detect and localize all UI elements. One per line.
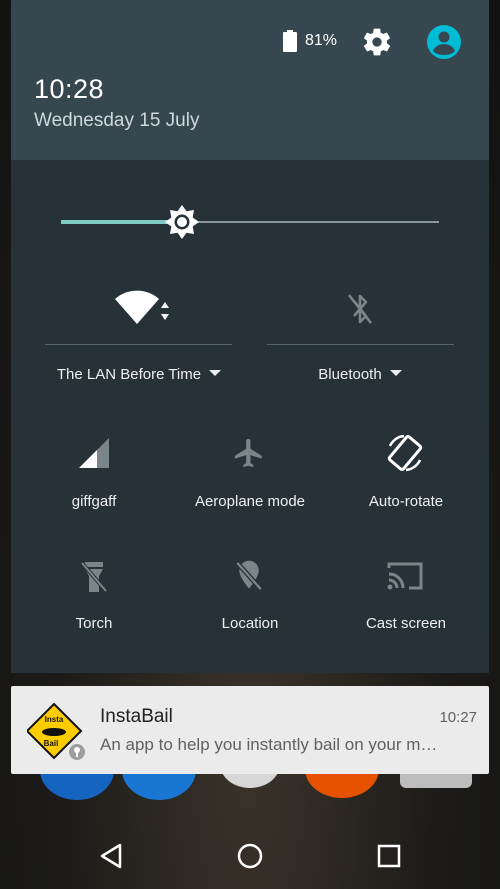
battery-percent: 81%	[305, 32, 338, 49]
battery-icon	[283, 30, 297, 52]
recents-icon[interactable]	[375, 842, 403, 870]
bluetooth-tile-divider	[267, 344, 454, 345]
notification-card[interactable]: Insta Bail InstaBail 10:27 An app to hel…	[11, 686, 489, 774]
chevron-down-icon	[209, 370, 222, 376]
navigation-bar	[0, 820, 500, 889]
cast-icon[interactable]	[387, 560, 423, 592]
airplane-icon[interactable]	[232, 436, 266, 470]
mobile-data-label[interactable]: giffgaff	[14, 493, 174, 510]
quick-settings-header: 81% 10:28 Wednesday 15 July	[11, 0, 489, 160]
wifi-icon[interactable]	[115, 290, 177, 328]
flashlight-icon[interactable]	[79, 560, 109, 594]
torch-label[interactable]: Torch	[14, 615, 174, 632]
wifi-tile-divider	[45, 344, 232, 345]
bluetooth-tile-label[interactable]: Bluetooth	[267, 366, 453, 383]
wifi-tile-label[interactable]: The LAN Before Time	[46, 366, 232, 383]
back-icon[interactable]	[97, 842, 125, 870]
brightness-slider-fill	[61, 220, 181, 224]
location-off-icon[interactable]	[232, 558, 266, 594]
notification-app-name: InstaBail	[100, 706, 173, 727]
logo-text-top: Insta	[45, 715, 64, 724]
brightness-icon[interactable]	[164, 204, 200, 240]
logo-text-bottom: Bail	[44, 739, 59, 748]
date[interactable]: Wednesday 15 July	[34, 110, 199, 132]
rotate-icon[interactable]	[384, 432, 426, 474]
wifi-network-name: The LAN Before Time	[56, 366, 202, 383]
bluetooth-label: Bluetooth	[318, 366, 382, 383]
notification-time: 10:27	[439, 709, 477, 726]
chevron-down-icon	[389, 370, 402, 376]
clock[interactable]: 10:28	[34, 74, 104, 105]
auto-rotate-label[interactable]: Auto-rotate	[326, 493, 486, 510]
airplane-mode-label[interactable]: Aeroplane mode	[170, 493, 330, 510]
home-icon[interactable]	[236, 842, 264, 870]
quick-settings-panel: 81% 10:28 Wednesday 15 July The LAN Befo…	[11, 0, 489, 673]
account-icon[interactable]	[426, 24, 462, 60]
location-label[interactable]: Location	[170, 615, 330, 632]
instabail-logo: Insta Bail	[27, 702, 87, 762]
bluetooth-off-icon[interactable]	[346, 292, 374, 326]
gear-icon[interactable]	[361, 26, 393, 58]
signal-icon[interactable]	[77, 436, 111, 470]
notification-text: An app to help you instantly bail on you…	[100, 735, 438, 754]
cast-screen-label[interactable]: Cast screen	[326, 615, 486, 632]
